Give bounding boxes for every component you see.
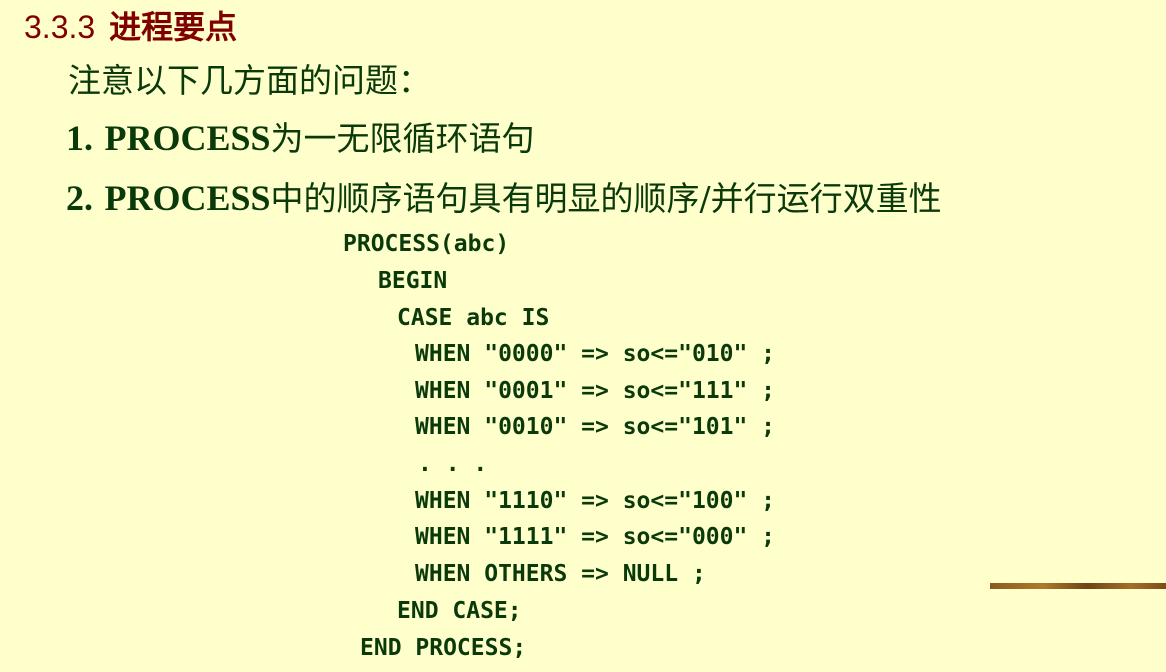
code-line-process: PROCESS(abc)	[343, 231, 510, 257]
code-line-when-0001: WHEN "0001" => so<="111" ;	[415, 378, 776, 404]
section-heading: 3.3.3 进程要点	[24, 2, 237, 48]
point-2-keyword: PROCESS	[104, 178, 271, 218]
section-title: 进程要点	[109, 8, 238, 46]
point-2: 2. PROCESS中的顺序语句具有明显的顺序/并行运行双重性	[66, 172, 942, 220]
decorative-bar	[990, 583, 1166, 589]
code-line-ellipsis: . . .	[418, 451, 488, 477]
code-line-when-0010: WHEN "0010" => so<="101" ;	[415, 414, 776, 440]
code-line-when-0000: WHEN "0000" => so<="010" ;	[415, 341, 776, 367]
section-number: 3.3.3	[24, 9, 96, 45]
point-2-text: 中的顺序语句具有明显的顺序/并行运行双重性	[270, 179, 942, 218]
point-1-number: 1.	[66, 118, 93, 158]
code-line-end-case: END CASE;	[397, 598, 522, 624]
code-line-end-process: END PROCESS;	[360, 635, 527, 661]
code-line-when-1110: WHEN "1110" => so<="100" ;	[415, 488, 776, 514]
code-line-case: CASE abc IS	[397, 305, 550, 331]
point-1-keyword: PROCESS	[104, 118, 271, 158]
intro-text: 注意以下几方面的问题：	[68, 61, 431, 100]
point-1: 1. PROCESS为一无限循环语句	[66, 112, 535, 160]
point-1-text: 为一无限循环语句	[270, 119, 535, 158]
code-line-when-1111: WHEN "1111" => so<="000" ;	[415, 524, 776, 550]
code-line-begin: BEGIN	[378, 268, 448, 294]
point-2-number: 2.	[66, 178, 93, 218]
code-line-when-others: WHEN OTHERS => NULL ;	[415, 561, 706, 587]
